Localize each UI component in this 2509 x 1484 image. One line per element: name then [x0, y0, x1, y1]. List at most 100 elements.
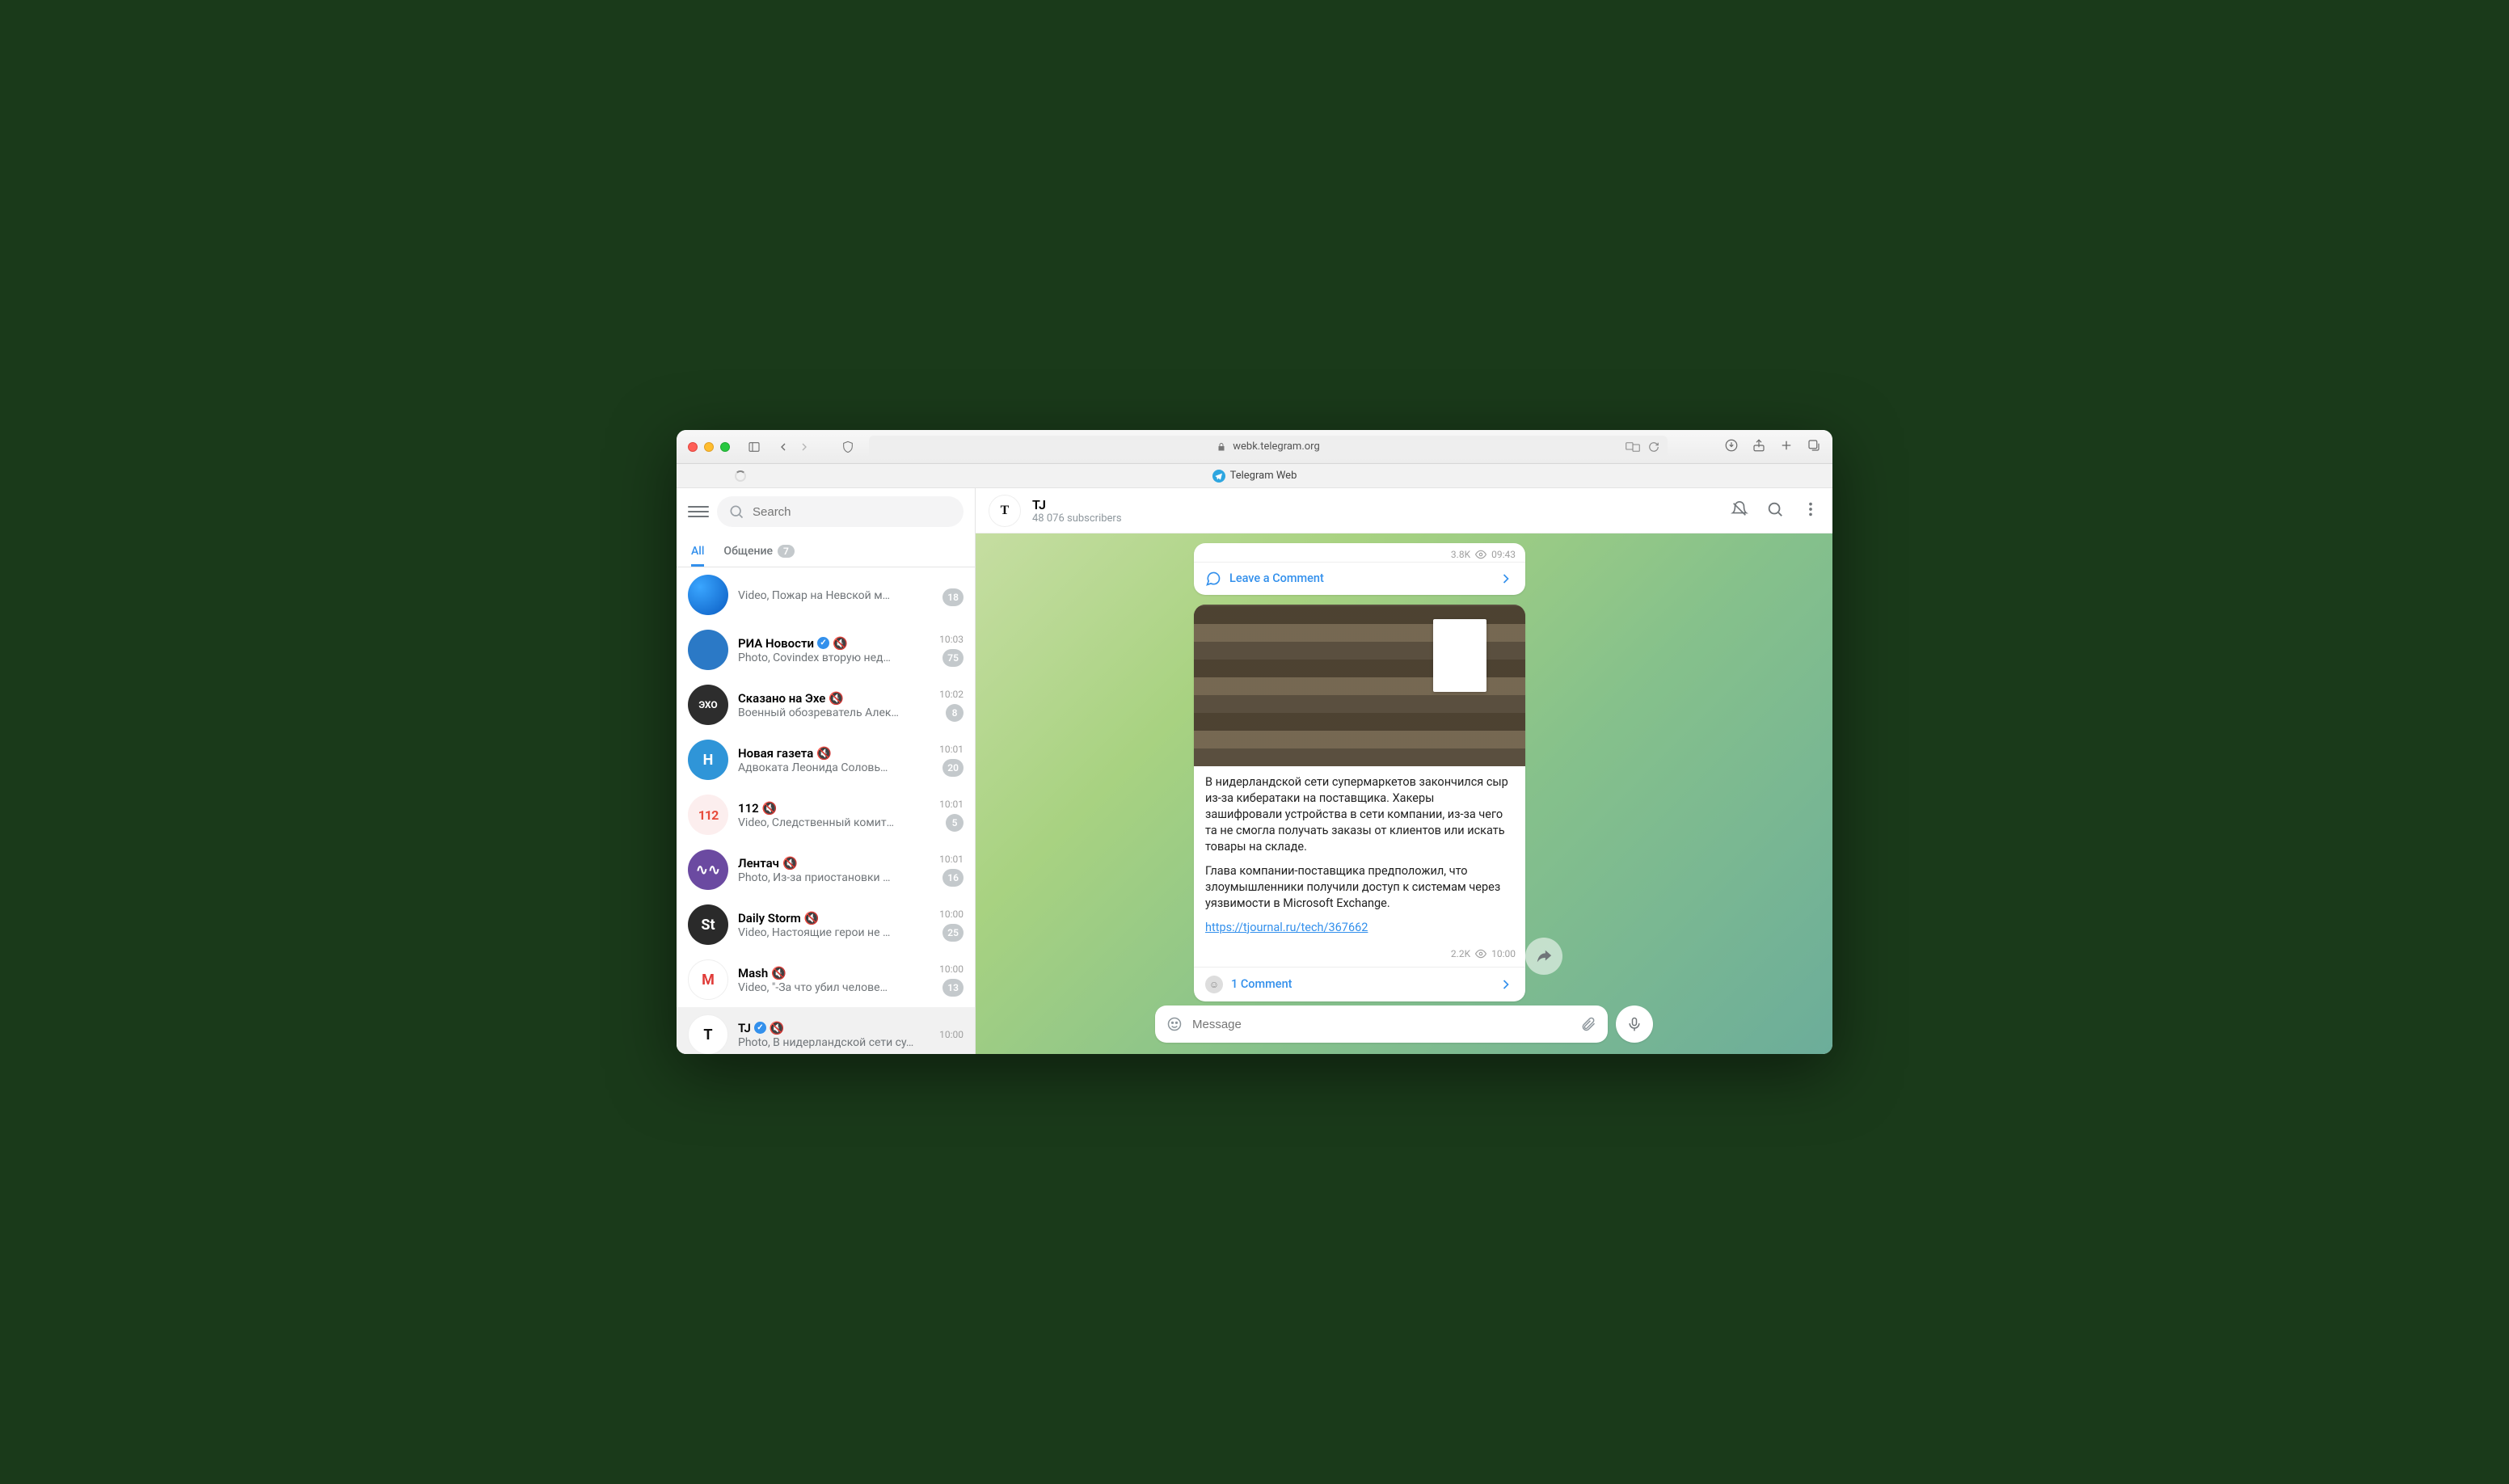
chat-time: 10:01 — [939, 799, 964, 810]
microphone-icon — [1626, 1016, 1642, 1032]
chat-list-item[interactable]: T TJ 🔇 Photo, В нидерландской сети су… 1… — [677, 1007, 975, 1054]
close-window-button[interactable] — [688, 442, 698, 452]
chat-preview: Photo, Из-за приостановки … — [738, 871, 930, 884]
url-host: webk.telegram.org — [1233, 441, 1320, 453]
leave-comment-button[interactable]: Leave a Comment — [1194, 562, 1525, 595]
unread-badge: 16 — [942, 869, 964, 887]
chat-list-item[interactable]: ∿∿ Лентач 🔇 Photo, Из-за приостановки … … — [677, 842, 975, 897]
back-button[interactable] — [775, 439, 791, 455]
message-paragraph: В нидерландской сети супермаркетов закон… — [1205, 774, 1514, 855]
muted-icon: 🔇 — [762, 801, 778, 816]
address-bar[interactable]: webk.telegram.org — [869, 436, 1668, 458]
reload-icon[interactable] — [1648, 441, 1659, 453]
chat-name: 112 🔇 — [738, 801, 930, 816]
chat-list-item[interactable]: ЭХО Сказано на Эхе 🔇 Военный обозревател… — [677, 677, 975, 732]
folder-all[interactable]: All — [691, 545, 704, 567]
unread-badge: 18 — [942, 588, 964, 606]
chat-main: T TJ 48 076 subscribers link — [976, 488, 1832, 1054]
tab-title[interactable]: Telegram Web — [1230, 470, 1297, 482]
folder-communication[interactable]: Общение 7 — [723, 545, 794, 558]
chat-avatar — [688, 575, 728, 615]
chat-avatar: M — [688, 959, 728, 1000]
forward-icon — [1535, 947, 1553, 965]
new-tab-icon[interactable] — [1779, 438, 1794, 456]
channel-name: TJ — [1032, 497, 1719, 512]
message-input[interactable] — [1192, 1018, 1571, 1031]
share-icon[interactable] — [1752, 438, 1766, 456]
chat-list-item[interactable]: 112 112 🔇 Video, Следственный комит… 10:… — [677, 787, 975, 842]
search-in-chat-icon[interactable] — [1766, 500, 1784, 521]
chat-list-sidebar: All Общение 7 Video, Пожар на Невской м…… — [677, 488, 976, 1054]
unread-badge: 75 — [942, 649, 964, 667]
comment-icon — [1205, 571, 1221, 587]
chat-list[interactable]: Video, Пожар на Невской м… 18 РИА Новост… — [677, 567, 975, 1054]
chat-avatar: ЭХО — [688, 685, 728, 725]
translate-icon[interactable] — [1626, 441, 1640, 453]
folder-badge: 7 — [778, 545, 795, 558]
chat-avatar: T — [688, 1014, 728, 1054]
attach-icon[interactable] — [1580, 1016, 1596, 1032]
chat-time: 10:03 — [939, 634, 964, 645]
chat-list-item[interactable]: РИА Новости 🔇 Photo, Covindex вторую нед… — [677, 622, 975, 677]
view-comments-button[interactable]: ☺ 1 Comment — [1194, 967, 1525, 1001]
chat-time: 10:02 — [939, 689, 964, 700]
chat-list-item[interactable]: M Mash 🔇 Video, "-За что убил челове… 10… — [677, 952, 975, 1007]
window-controls — [688, 442, 730, 452]
sidebar-toggle-icon[interactable] — [746, 439, 762, 455]
unread-badge: 8 — [946, 704, 964, 722]
chat-header[interactable]: T TJ 48 076 subscribers — [976, 488, 1832, 533]
forward-button[interactable] — [1525, 938, 1562, 975]
chat-preview: Photo, Covindex вторую нед… — [738, 651, 930, 664]
message-photo[interactable] — [1194, 605, 1525, 766]
chevron-right-icon — [1498, 571, 1514, 587]
fullscreen-window-button[interactable] — [720, 442, 730, 452]
verified-icon — [754, 1022, 766, 1034]
forward-button[interactable] — [796, 439, 812, 455]
search-field[interactable] — [717, 496, 964, 527]
browser-toolbar: webk.telegram.org — [677, 430, 1832, 464]
chat-avatar: ∿∿ — [688, 850, 728, 890]
chat-name: Mash 🔇 — [738, 966, 930, 980]
messages-area[interactable]: link 3.8K 09:43 Leave a Comment — [976, 533, 1832, 1005]
message-link[interactable]: https://tjournal.ru/tech/367662 — [1205, 921, 1368, 934]
minimize-window-button[interactable] — [704, 442, 714, 452]
chat-list-item[interactable]: Н Новая газета 🔇 Адвоката Леонида Соловь… — [677, 732, 975, 787]
chat-list-item[interactable]: Video, Пожар на Невской м… 18 — [677, 567, 975, 622]
search-input[interactable] — [753, 505, 952, 519]
message-previous[interactable]: link 3.8K 09:43 Leave a Comment — [1194, 543, 1525, 595]
chat-preview: Video, "-За что убил челове… — [738, 981, 930, 994]
chat-list-item[interactable]: St Daily Storm 🔇 Video, Настоящие герои … — [677, 897, 975, 952]
folder-label: All — [691, 545, 704, 558]
chat-time: 10:00 — [939, 909, 964, 920]
chevron-right-icon — [1498, 976, 1514, 993]
chat-preview: Video, Настоящие герои не … — [738, 926, 930, 939]
chat-time: 10:00 — [939, 1029, 964, 1040]
message-input-box[interactable] — [1155, 1005, 1608, 1043]
downloads-icon[interactable] — [1724, 438, 1739, 456]
muted-icon: 🔇 — [804, 911, 820, 925]
message-paragraph: Глава компании-поставщика предположил, ч… — [1205, 863, 1514, 912]
folder-tabs: All Общение 7 — [677, 535, 975, 567]
muted-icon: 🔇 — [782, 856, 798, 871]
browser-tab-strip: Telegram Web — [677, 464, 1832, 488]
composer — [976, 1005, 1832, 1054]
channel-subscribers: 48 076 subscribers — [1032, 512, 1719, 525]
mute-icon[interactable] — [1731, 500, 1748, 521]
muted-icon: 🔇 — [829, 691, 844, 706]
message-current[interactable]: В нидерландской сети супермаркетов закон… — [1194, 605, 1525, 1002]
menu-button[interactable] — [688, 501, 709, 522]
emoji-icon[interactable] — [1166, 1016, 1183, 1032]
browser-window: webk.telegram.org Telegram Web — [677, 430, 1832, 1054]
unread-badge: 25 — [942, 924, 964, 942]
lock-icon — [1217, 442, 1226, 452]
unread-badge: 5 — [946, 814, 964, 832]
chat-name: Сказано на Эхе 🔇 — [738, 691, 930, 706]
photo-notice-sheet — [1433, 619, 1486, 692]
verified-icon — [817, 637, 829, 649]
muted-icon: 🔇 — [770, 1021, 785, 1035]
voice-message-button[interactable] — [1616, 1005, 1653, 1043]
more-icon[interactable] — [1802, 500, 1820, 521]
privacy-shield-icon[interactable] — [841, 441, 854, 457]
page-loading-icon — [735, 470, 746, 482]
tabs-overview-icon[interactable] — [1807, 438, 1821, 456]
